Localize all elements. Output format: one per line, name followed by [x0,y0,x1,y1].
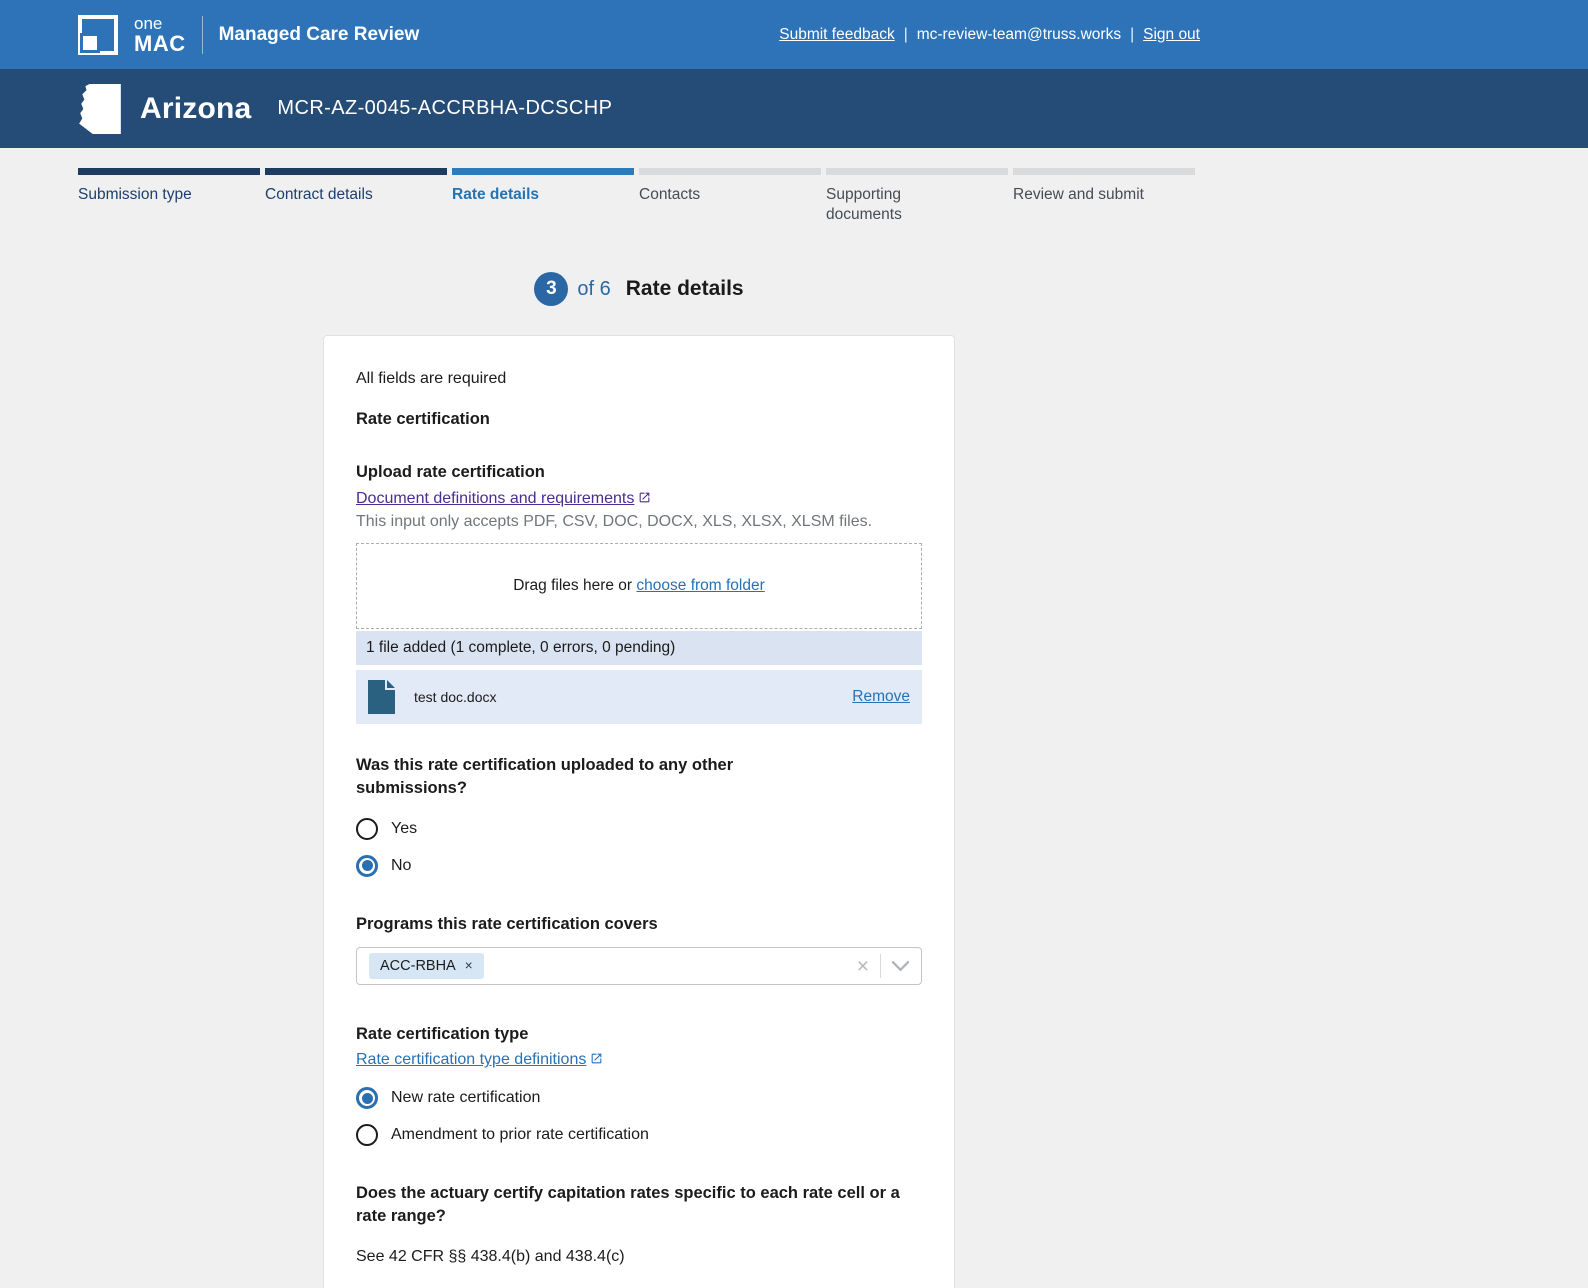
radio-label-amendment: Amendment to prior rate certification [391,1126,649,1144]
actuary-certify-question: Does the actuary certify capitation rate… [356,1182,904,1228]
step-bar [826,168,1008,175]
step-label: Rate details [452,185,639,205]
step-label: Submission type [78,185,265,205]
step-of-text: of 6 [577,278,610,301]
page-heading: 3 of 6 Rate details [78,272,1200,306]
radio-option-amendment[interactable]: Amendment to prior rate certification [356,1124,922,1146]
brand-divider [202,16,203,54]
chevron-down-icon[interactable] [892,961,909,971]
cert-type-radio-group: New rate certification Amendment to prio… [356,1087,922,1146]
radio-unselected-icon[interactable] [356,1124,378,1146]
document-definitions-link[interactable]: Document definitions and requirements [356,490,651,507]
file-upload-summary: 1 file added (1 complete, 0 errors, 0 pe… [356,631,922,665]
radio-label-no: No [391,857,411,875]
program-chip-label: ACC-RBHA [380,958,456,974]
step-review-and-submit: Review and submit [1013,168,1200,225]
upload-rate-certification-label: Upload rate certification [356,461,922,483]
rate-certification-section-title: Rate certification [356,410,922,429]
logo-line-one: one [134,15,186,32]
header-nav: Submit feedback | mc-review-team@truss.w… [779,26,1200,44]
radio-label-new-rate: New rate certification [391,1089,540,1107]
step-label: Contacts [639,185,826,205]
submission-header: Arizona MCR-AZ-0045-ACCRBHA-DCSCHP [0,69,1588,148]
select-divider [880,954,881,978]
step-bar [639,168,821,175]
step-bar [265,168,447,175]
step-submission-type: Submission type [78,168,265,225]
other-submissions-question: Was this rate certification uploaded to … [356,754,816,800]
header-separator: | [904,26,908,44]
step-bar [78,168,260,175]
select-controls: × [857,954,909,978]
external-link-icon [638,491,651,504]
choose-from-folder-link[interactable]: choose from folder [636,577,764,595]
step-supporting-documents: Supporting documents [826,168,1013,225]
file-types-hint: This input only accepts PDF, CSV, DOC, D… [356,513,922,531]
step-number-badge: 3 [534,272,568,306]
state-name: Arizona [140,92,251,126]
clear-all-icon[interactable]: × [857,956,869,977]
step-bar [452,168,634,175]
uploaded-file-row: test doc.docx Remove [356,670,922,724]
document-file-icon [368,680,395,714]
step-label: Contract details [265,185,452,205]
onemac-logo-icon [78,15,118,55]
radio-option-yes[interactable]: Yes [356,818,922,840]
radio-label-yes: Yes [391,820,417,838]
uploaded-file-name: test doc.docx [414,689,497,705]
other-submissions-radio-group: Yes No [356,818,922,877]
radio-selected-icon[interactable] [356,855,378,877]
radio-option-new-rate-certification[interactable]: New rate certification [356,1087,922,1109]
chip-remove-icon[interactable]: × [465,959,473,973]
onemac-logo-text: one MAC [134,15,186,55]
radio-selected-icon[interactable] [356,1087,378,1109]
rate-details-form-card: All fields are required Rate certificati… [323,335,955,1288]
file-dropzone[interactable]: Drag files here or choose from folder [356,543,922,629]
step-label: Review and submit [1013,185,1200,205]
submit-feedback-link[interactable]: Submit feedback [779,26,894,44]
dropzone-text: Drag files here or [513,577,636,595]
step-bar [1013,168,1195,175]
header-separator: | [1130,26,1134,44]
arizona-state-icon [78,84,122,134]
submission-id: MCR-AZ-0045-ACCRBHA-DCSCHP [277,97,612,120]
cert-type-definitions-link-text: Rate certification type definitions [356,1051,586,1068]
cfr-reference-text: See 42 CFR §§ 438.4(b) and 438.4(c) [356,1248,922,1266]
document-definitions-link-text: Document definitions and requirements [356,490,634,507]
cert-type-definitions-link[interactable]: Rate certification type definitions [356,1051,603,1068]
required-fields-note: All fields are required [356,370,922,388]
step-rate-details: Rate details [452,168,639,225]
radio-unselected-icon[interactable] [356,818,378,840]
radio-option-no[interactable]: No [356,855,922,877]
step-indicator: Submission type Contract details Rate de… [78,148,1200,225]
logo-line-mac: MAC [134,33,186,55]
sign-out-link[interactable]: Sign out [1143,26,1200,44]
step-contract-details: Contract details [265,168,452,225]
programs-covered-label: Programs this rate certification covers [356,913,922,935]
remove-file-link[interactable]: Remove [852,688,910,706]
app-header: one MAC Managed Care Review Submit feedb… [0,0,1588,69]
external-link-icon [590,1052,603,1065]
page-title: Rate details [626,277,744,301]
rate-certification-type-label: Rate certification type [356,1023,922,1045]
programs-multiselect[interactable]: ACC-RBHA × × [356,947,922,985]
program-chip-acc-rbha: ACC-RBHA × [369,953,484,979]
onemac-brand[interactable]: one MAC Managed Care Review [78,15,419,55]
step-label: Supporting documents [826,185,1013,225]
step-contacts: Contacts [639,168,826,225]
app-title: Managed Care Review [219,24,420,46]
user-email: mc-review-team@truss.works [917,26,1121,44]
